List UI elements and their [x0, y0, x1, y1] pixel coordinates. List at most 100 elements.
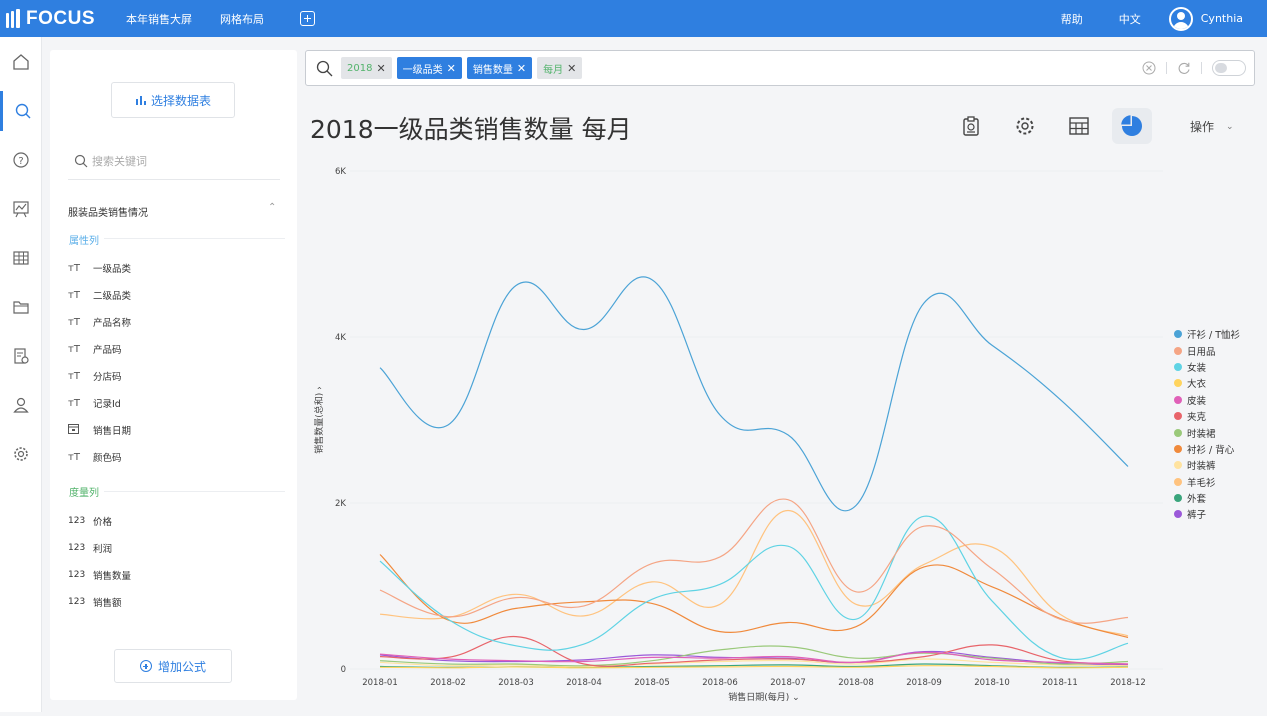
query-token[interactable]: 2018 ✕ [341, 57, 392, 79]
search-nav-icon[interactable] [0, 91, 42, 131]
number-field-icon: 123 [68, 516, 86, 526]
measure-item[interactable]: 123 销售数量 [68, 567, 131, 583]
divider [1166, 62, 1167, 74]
refresh-icon[interactable] [1177, 61, 1191, 75]
query-search-bar[interactable]: 2018 ✕ 一级品类 ✕ 销售数量 ✕ 每月 ✕ [305, 50, 1255, 86]
x-tick-label: 2018-04 [566, 678, 602, 688]
remove-token-icon[interactable]: ✕ [376, 62, 385, 75]
legend-label: 日用品 [1187, 346, 1216, 358]
field-item[interactable]: 销售日期 [68, 422, 131, 438]
legend-item[interactable]: 裤子 [1174, 506, 1240, 522]
x-tick-label: 2018-01 [362, 678, 398, 688]
remove-token-icon[interactable]: ✕ [567, 62, 576, 75]
number-field-icon: 123 [68, 570, 86, 580]
legend-label: 外套 [1187, 494, 1207, 506]
home-icon[interactable] [0, 42, 42, 82]
text-field-icon: ᴛT [68, 451, 80, 463]
y-axis-title[interactable]: 销售数量(总和) › [313, 386, 325, 453]
select-table-button[interactable]: 选择数据表 [111, 82, 235, 118]
user-icon[interactable] [0, 385, 42, 425]
add-tab-icon[interactable] [300, 11, 315, 26]
legend-item[interactable]: 汗衫 / T恤衫 [1174, 326, 1240, 342]
number-field-icon: 123 [68, 597, 86, 607]
settings-gear-icon[interactable] [0, 434, 42, 474]
field-item[interactable]: ᴛT 二级品类 [68, 287, 131, 303]
collapse-icon[interactable]: ⌃ [268, 202, 276, 213]
chart-area: 0 2K 4K 6K 2018-01 2018-02 2018-03 2018-04 2018-… [300, 155, 1267, 712]
dataset-name[interactable]: 服装品类销售情况 [68, 204, 148, 219]
table-icon[interactable] [0, 238, 42, 278]
legend-swatch [1174, 330, 1182, 339]
series-line[interactable] [379, 276, 1129, 512]
series-line[interactable] [379, 554, 1129, 639]
measure-item[interactable]: 123 利润 [68, 540, 112, 556]
measure-item[interactable]: 123 价格 [68, 513, 112, 529]
operations-menu[interactable]: 操作 ⌄ [1190, 118, 1234, 135]
logo[interactable]: FOCUS [6, 8, 112, 30]
user-name[interactable]: Cynthia [1201, 12, 1243, 25]
field-search[interactable]: 搜索关键词 [68, 142, 280, 180]
legend-item[interactable]: 衬衫 / 背心 [1174, 441, 1240, 457]
legend-label: 女装 [1187, 362, 1207, 374]
legend-item[interactable]: 日用品 [1174, 342, 1240, 358]
data-panel: 选择数据表 搜索关键词 服装品类销售情况 ⌃ 属性列 ᴛT 一级品类 ᴛT 二级品类… [50, 50, 297, 700]
folder-icon[interactable] [0, 287, 42, 327]
toggle-switch[interactable] [1212, 60, 1246, 76]
x-tick-label: 2018-11 [1042, 678, 1078, 688]
remove-token-icon[interactable]: ✕ [447, 62, 456, 75]
plus-circle-icon [139, 660, 152, 672]
legend-item[interactable]: 大衣 [1174, 375, 1240, 391]
chart-legend: 汗衫 / T恤衫日用品女装大衣 皮装 夹克 时装裙衬衫 / 背心 时装裤 羊毛衫外套 裤子 [1174, 326, 1240, 523]
legend-item[interactable]: 皮装 [1174, 392, 1240, 408]
text-field-icon: ᴛT [68, 289, 80, 301]
settings-icon[interactable] [1005, 108, 1045, 144]
nav-sales-dashboard[interactable]: 本年销售大屏 [126, 11, 192, 27]
report-settings-icon[interactable] [0, 336, 42, 376]
dashboard-icon[interactable] [0, 189, 42, 229]
bar-chart-icon [135, 96, 146, 105]
legend-item[interactable]: 夹克 [1174, 408, 1240, 424]
nav-grid-layout[interactable]: 网格布局 [220, 11, 264, 27]
series-line[interactable] [379, 498, 1129, 624]
x-axis-title[interactable]: 销售日期(每月) ⌄ [728, 691, 799, 703]
chevron-down-icon: ⌄ [1226, 121, 1234, 132]
avatar[interactable] [1168, 6, 1193, 31]
remove-token-icon[interactable]: ✕ [517, 62, 526, 75]
query-token[interactable]: 一级品类 ✕ [396, 57, 462, 79]
field-item[interactable]: ᴛT 分店码 [68, 368, 122, 384]
help-link[interactable]: 帮助 [1061, 11, 1083, 27]
legend-swatch [1174, 379, 1182, 388]
field-item[interactable]: ᴛT 产品码 [68, 341, 122, 357]
clear-circle-icon[interactable] [1142, 61, 1156, 75]
svg-text:?: ? [18, 156, 23, 167]
legend-item[interactable]: 外套 [1174, 490, 1240, 506]
language-switch[interactable]: 中文 [1119, 11, 1141, 27]
legend-item[interactable]: 时装裙 [1174, 424, 1240, 440]
calendar-icon [68, 423, 88, 437]
add-formula-button[interactable]: 增加公式 [114, 649, 232, 683]
query-token[interactable]: 每月 ✕ [537, 57, 583, 79]
legend-swatch [1174, 494, 1182, 503]
table-view-icon[interactable] [1059, 108, 1099, 144]
chart-type-icon[interactable] [1112, 108, 1152, 144]
field-item[interactable]: ᴛT 记录Id [68, 395, 121, 411]
field-item[interactable]: ᴛT 一级品类 [68, 260, 131, 276]
field-search-placeholder: 搜索关键词 [92, 154, 147, 168]
line-chart[interactable]: 0 2K 4K 6K 2018-01 2018-02 2018-03 2018-04 2018-… [300, 155, 1267, 712]
x-tick-label: 2018-07 [770, 678, 806, 688]
field-item[interactable]: ᴛT 颜色码 [68, 449, 122, 465]
measure-item[interactable]: 123 销售额 [68, 594, 122, 610]
attribute-group-label: 属性列 [69, 236, 99, 247]
query-token[interactable]: 销售数量 ✕ [466, 57, 533, 79]
legend-item[interactable]: 时装裤 [1174, 457, 1240, 473]
help-circle-icon[interactable]: ? [0, 140, 42, 180]
legend-label: 大衣 [1187, 379, 1207, 391]
field-item[interactable]: ᴛT 产品名称 [68, 314, 131, 330]
legend-label: 衬衫 / 背心 [1187, 444, 1235, 456]
legend-item[interactable]: 女装 [1174, 359, 1240, 375]
series-line[interactable] [379, 509, 1129, 637]
legend-swatch [1174, 510, 1182, 519]
text-field-icon: ᴛT [68, 370, 80, 382]
legend-item[interactable]: 羊毛衫 [1174, 474, 1240, 490]
clipboard-icon[interactable] [951, 108, 991, 144]
